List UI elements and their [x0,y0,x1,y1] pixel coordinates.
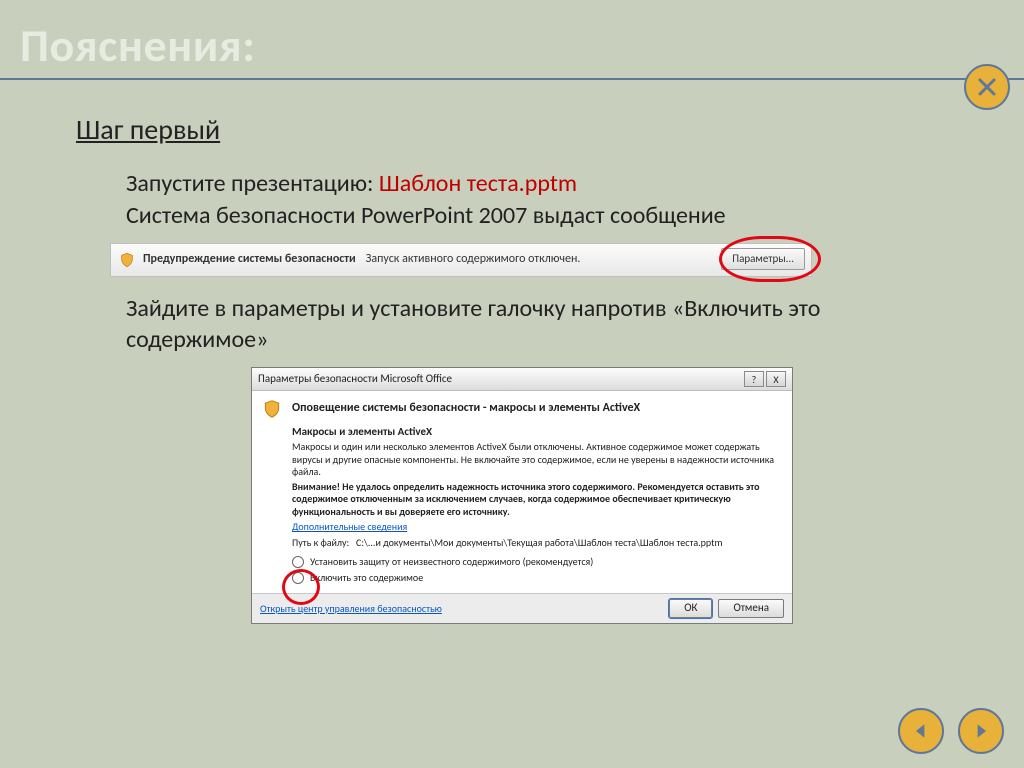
dialog-title: Параметры безопасности Microsoft Office [258,372,452,386]
step-heading: Шаг первый [76,112,964,148]
radio-protect[interactable]: Установить защиту от неизвестного содерж… [292,555,780,568]
dialog-footer: Открыть центр управления безопасностью О… [252,593,792,622]
prev-button[interactable] [898,708,944,754]
section-p1: Макросы и один или несколько элементов A… [292,441,780,479]
close-button[interactable] [964,64,1010,110]
shield-icon [119,252,135,268]
triangle-left-icon [911,721,931,741]
dialog-header: Оповещение системы безопасности - макрос… [262,399,782,419]
p1-filename: Шаблон теста.pptm [379,169,577,198]
dialog-close-button[interactable]: X [766,371,786,387]
paragraph-2: Зайдите в параметры и установите галочку… [126,293,964,355]
next-button[interactable] [958,708,1004,754]
slide-content: Шаг первый Запустите презентацию: Шаблон… [76,112,964,624]
p1-prefix: Запустите презентацию: [126,169,379,198]
ok-button[interactable]: ОК [669,599,712,617]
dialog-body: Оповещение системы безопасности - макрос… [252,391,792,593]
security-dialog: Параметры безопасности Microsoft Office … [251,367,793,623]
section-heading: Макросы и элементы ActiveX [292,425,780,439]
radio1-label: Установить защиту от неизвестного содерж… [310,555,593,568]
security-bar-text: Запуск активного содержимого отключен. [366,252,581,268]
cancel-button[interactable]: Отмена [718,599,784,617]
more-info-link[interactable]: Дополнительные сведения [292,520,407,533]
security-warning-bar: Предупреждение системы безопасности Запу… [110,243,812,277]
shield-icon [262,399,282,419]
triangle-right-icon [971,721,991,741]
paragraph-1: Запустите презентацию: Шаблон теста.pptm… [126,168,964,230]
slide-nav [898,708,1004,754]
radio-enable[interactable]: Включить это содержимое [292,571,780,584]
file-path: Путь к файлу: C:\...и документы\Мои доку… [292,537,780,550]
radio-group: Установить защиту от неизвестного содерж… [292,555,780,584]
p1-line2: Система безопасности PowerPoint 2007 выд… [126,201,726,230]
dialog-titlebar: Параметры безопасности Microsoft Office … [252,368,792,391]
security-bar-options-button[interactable]: Параметры... [721,248,805,270]
dialog-section: Макросы и элементы ActiveX Макросы и оди… [262,425,782,584]
section-p2: Внимание! Не удалось определить надежнос… [292,481,780,519]
header-divider [0,78,1024,80]
radio-dot-icon [292,572,304,584]
trust-center-link[interactable]: Открыть центр управления безопасностью [260,602,442,615]
dialog-header-text: Оповещение системы безопасности - макрос… [292,401,640,417]
radio2-label: Включить это содержимое [310,571,423,584]
dialog-help-button[interactable]: ? [744,371,764,387]
radio-dot-icon [292,556,304,568]
slide-title: Пояснения: [20,18,255,74]
path-label: Путь к файлу: [292,536,349,549]
security-bar-heading: Предупреждение системы безопасности [143,252,356,268]
path-value: C:\...и документы\Мои документы\Текущая … [356,536,722,549]
close-icon [975,75,999,99]
